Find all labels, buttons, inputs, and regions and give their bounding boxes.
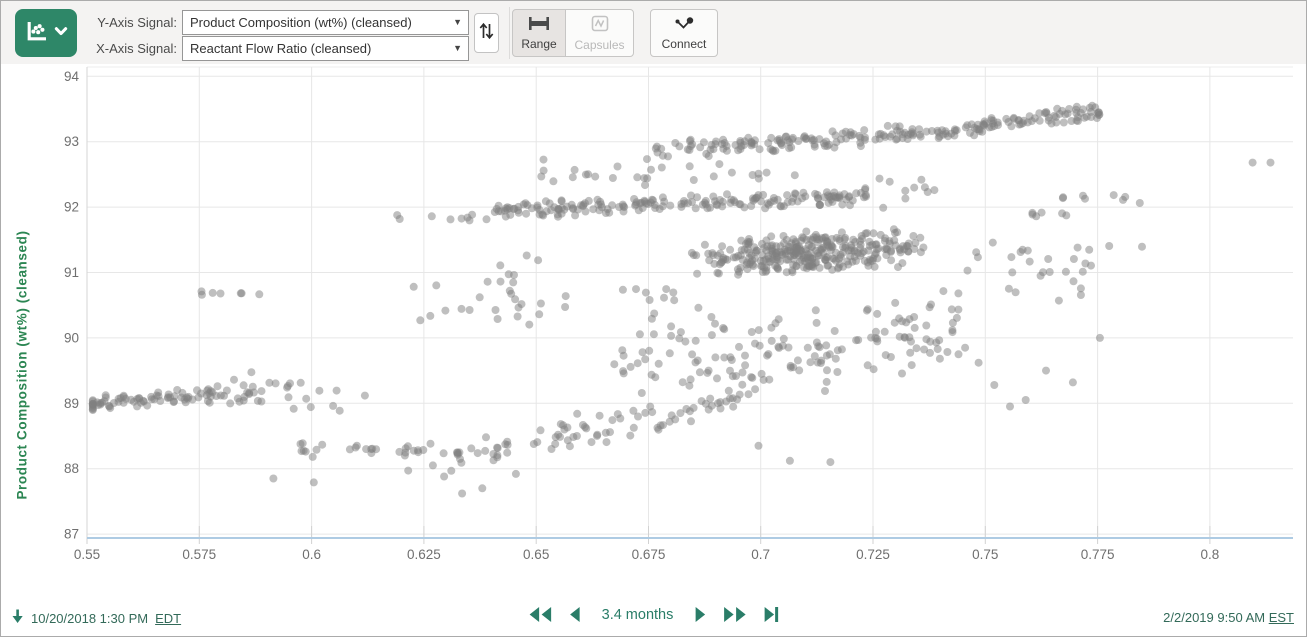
skip-to-now-button[interactable]	[763, 606, 780, 623]
arrow-down-icon	[11, 608, 24, 628]
time-navigation: 3.4 months	[527, 606, 781, 623]
svg-text:0.65: 0.65	[523, 547, 549, 562]
range-start-time[interactable]: 10/20/2018 1:30 PM	[31, 611, 148, 626]
svg-text:92: 92	[64, 200, 79, 215]
svg-text:0.575: 0.575	[182, 547, 216, 562]
range-end-time[interactable]: 2/2/2019 9:50 AM	[1163, 610, 1265, 625]
range-start-timezone-link[interactable]: EDT	[155, 611, 181, 626]
svg-text:90: 90	[64, 330, 79, 345]
fast-backward-button[interactable]	[527, 606, 553, 623]
svg-text:0.55: 0.55	[74, 547, 100, 562]
svg-text:87: 87	[64, 527, 79, 542]
fast-forward-button[interactable]	[722, 606, 748, 623]
duration-label[interactable]: 3.4 months	[602, 607, 674, 623]
range-end-timezone-link[interactable]: EST	[1269, 610, 1294, 625]
range-end[interactable]: 2/2/2019 9:50 AM EST	[1163, 610, 1294, 625]
step-forward-button[interactable]	[694, 606, 707, 623]
svg-text:89: 89	[64, 396, 79, 411]
scatter-plot-canvas[interactable]: 0.55 0.575 0.6 0.625 0.65 0.675 0.7 0.725 0.75 0.…	[1, 1, 1307, 637]
svg-text:0.625: 0.625	[407, 547, 441, 562]
scatter-points	[89, 102, 1275, 498]
svg-text:0.675: 0.675	[632, 547, 666, 562]
svg-text:91: 91	[64, 265, 79, 280]
svg-text:0.8: 0.8	[1201, 547, 1220, 562]
svg-text:0.75: 0.75	[972, 547, 998, 562]
svg-text:0.775: 0.775	[1081, 547, 1115, 562]
svg-text:0.725: 0.725	[856, 547, 890, 562]
svg-text:88: 88	[64, 461, 79, 476]
svg-text:93: 93	[64, 134, 79, 149]
seeq-scatter-plot-window: Y-Axis Signal: X-Axis Signal: Product Co…	[0, 0, 1307, 637]
step-backward-button[interactable]	[568, 606, 581, 623]
svg-text:0.6: 0.6	[302, 547, 321, 562]
range-start[interactable]: 10/20/2018 1:30 PM EDT	[11, 608, 181, 628]
svg-text:94: 94	[64, 69, 80, 84]
svg-text:0.7: 0.7	[751, 547, 770, 562]
time-range-footer: 10/20/2018 1:30 PM EDT 3.4 months	[1, 599, 1306, 636]
